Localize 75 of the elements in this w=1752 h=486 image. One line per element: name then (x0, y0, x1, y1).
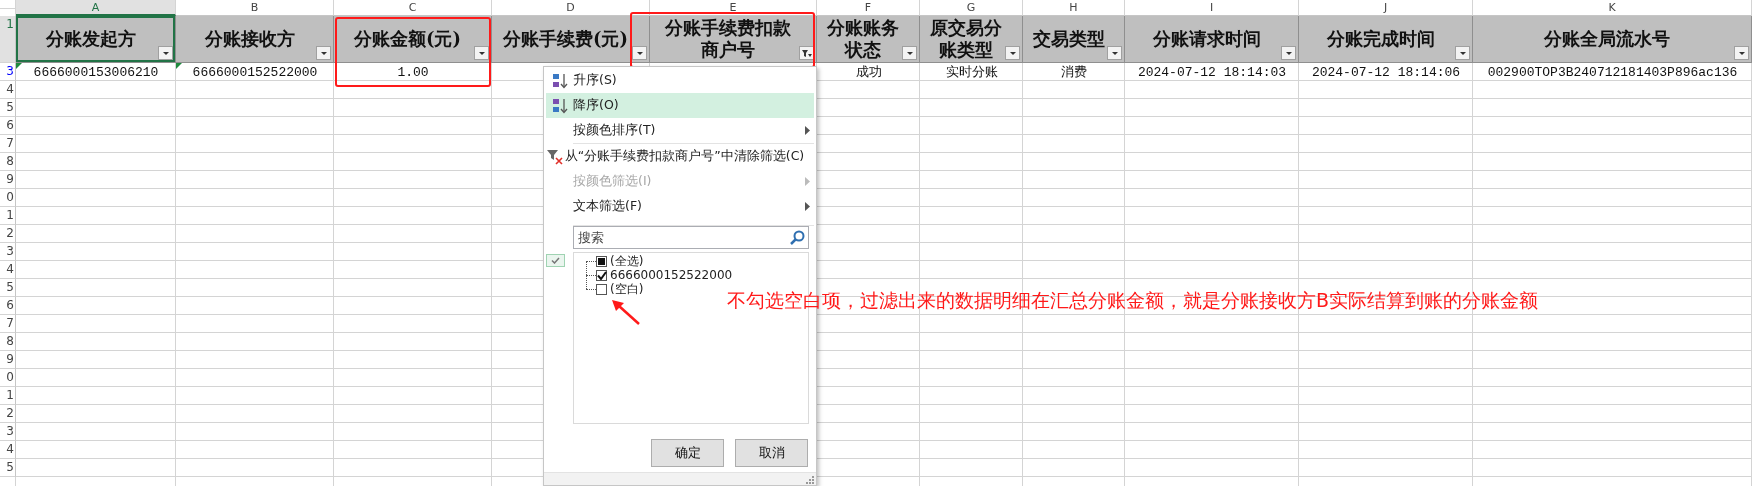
row-number[interactable]: 1 (0, 16, 16, 63)
table-cell: 2024-07-12 18:14:03 (1137, 64, 1287, 80)
filter-button[interactable] (158, 46, 173, 60)
filter-button[interactable] (632, 46, 647, 60)
header-label: 商户号 (701, 39, 755, 61)
sort-descending-icon (551, 97, 568, 114)
filter-button[interactable] (1107, 46, 1122, 60)
header-label: 分账手续费(元) (502, 28, 628, 50)
filter-button[interactable] (1455, 46, 1470, 60)
menu-item[interactable]: 按颜色排序(T) (546, 118, 814, 143)
menu-label: 按颜色筛选(I) (573, 173, 653, 190)
menu-label: 按颜色排序(T) (573, 122, 657, 139)
filter-button[interactable] (1734, 46, 1749, 60)
column-letter[interactable]: D (492, 0, 650, 16)
table-cell: 002900TOP3B240712181403P896ac136 (1487, 64, 1738, 80)
table-cell-text: 实时分账 (945, 64, 998, 81)
filter-icon (801, 48, 812, 58)
menu-label: 从“分账手续费扣款商户号”中清除筛选(C) (564, 148, 805, 165)
filter-button[interactable] (1281, 46, 1296, 60)
annotation-text: 不勾选空白项，过滤出来的数据明细在汇总分账金额，就是分账接收方B实际结算到账的分账金额 (727, 288, 1539, 313)
column-letter[interactable]: K (1473, 0, 1752, 16)
header-label: 分账账务 (827, 17, 899, 39)
table-cell: 2024-07-12 18:14:06 (1311, 64, 1461, 80)
header-label: 分账发起方 (45, 28, 136, 50)
column-letter[interactable]: I (1125, 0, 1299, 16)
resize-grip-icon[interactable] (806, 476, 814, 484)
column-letter[interactable]: A (16, 0, 176, 16)
header-label: 分账金额(元) (353, 28, 461, 50)
checkbox[interactable] (596, 269, 607, 281)
header-label: 交易类型 (1032, 28, 1105, 50)
clear-filter-icon (547, 148, 564, 165)
arrow (612, 300, 640, 325)
column-letter[interactable]: B (176, 0, 334, 16)
column-letter[interactable]: J (1299, 0, 1473, 16)
column-letter[interactable]: F (817, 0, 920, 16)
header-label: 分账手续费扣款 (665, 17, 791, 39)
submenu-arrow-icon (804, 126, 810, 135)
header-label: 原交易分 (930, 17, 1002, 39)
header-label: 分账请求时间 (1152, 28, 1261, 50)
header-label: 分账接收方 (204, 28, 295, 50)
menu-item[interactable]: 升序(S) (546, 68, 814, 93)
table-cell: 1.00 (397, 64, 429, 80)
header-label: 分账全局流水号 (1544, 28, 1670, 50)
table-cell-text: 消费 (1061, 64, 1087, 81)
menu-label: 文本筛选(F) (573, 198, 643, 215)
menu-label: 升序(S) (573, 72, 618, 89)
header-label: 分账完成时间 (1326, 28, 1435, 50)
filter-button[interactable] (474, 46, 489, 60)
search-icon (790, 230, 805, 245)
check-icon[interactable] (546, 254, 565, 267)
sort-ascending-icon (551, 72, 568, 89)
header-label: 状态 (845, 39, 881, 61)
column-letter[interactable]: G (920, 0, 1023, 16)
table-cell: 6666000153006210 (33, 64, 159, 80)
column-letter[interactable]: C (334, 0, 492, 16)
dialog-button[interactable]: 取消 (735, 439, 808, 467)
filter-button[interactable] (902, 46, 917, 60)
column-letter[interactable]: H (1023, 0, 1125, 16)
menu-item[interactable]: 降序(O) (546, 93, 814, 118)
table-cell: 6666000152522000 (192, 64, 318, 80)
menu-label: 降序(O) (573, 97, 620, 114)
submenu-arrow-icon (804, 177, 810, 186)
submenu-arrow-icon (804, 202, 810, 211)
value-label: (空白) (610, 280, 644, 298)
filter-button[interactable] (316, 46, 331, 60)
filter-button[interactable] (1005, 46, 1020, 60)
table-cell-text: 成功 (855, 64, 882, 81)
header-label: 账类型 (939, 39, 993, 61)
menu-item[interactable]: 文本筛选(F) (546, 194, 814, 219)
dialog-button[interactable]: 确定 (651, 439, 724, 467)
menu-item[interactable]: 从“分账手续费扣款商户号”中清除筛选(C) (546, 144, 814, 169)
value-label: 6666000152522000 (610, 268, 733, 282)
value-label: (全选) (610, 252, 644, 270)
search-field[interactable]: 搜索 (573, 226, 809, 249)
checkbox[interactable] (596, 283, 607, 295)
